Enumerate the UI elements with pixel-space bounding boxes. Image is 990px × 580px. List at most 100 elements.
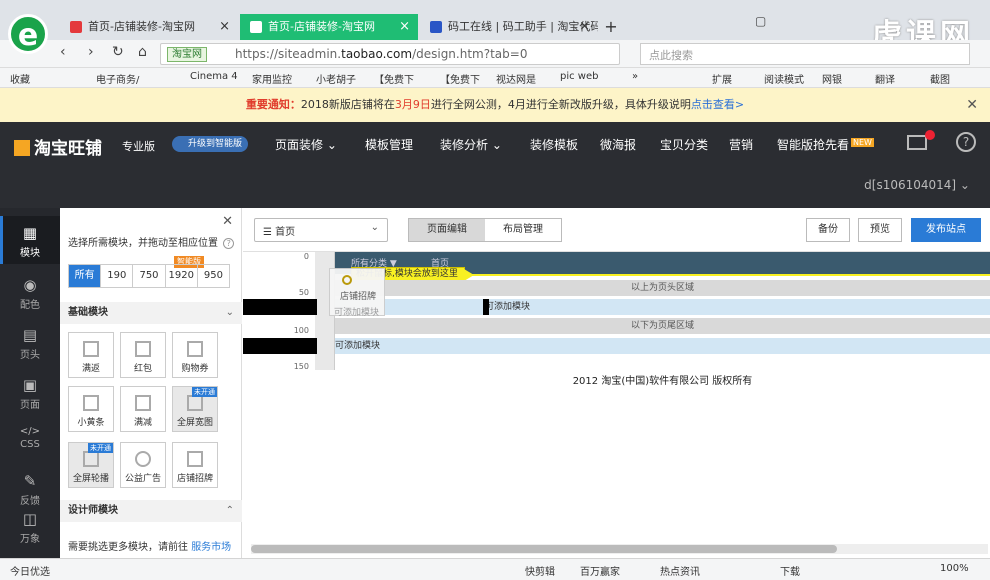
module-charity-ad[interactable]: 公益广告	[120, 442, 166, 488]
scroll-thumb[interactable]	[251, 545, 837, 553]
publish-button[interactable]: 发布站点	[911, 218, 981, 242]
status-download[interactable]: 下载	[780, 563, 800, 578]
bookmark-item[interactable]: 视达网是	[496, 71, 536, 86]
black-block	[243, 299, 317, 315]
status-today-picks[interactable]: 今日优选	[10, 563, 50, 578]
sidebar-item-colors[interactable]: ◉ 配色	[0, 272, 60, 311]
module-coupon[interactable]: 购物券	[172, 332, 218, 378]
nav-item-category[interactable]: 宝贝分类	[660, 136, 708, 153]
bookmark-item[interactable]: 【免费下	[440, 71, 480, 86]
extensions-button[interactable]: 扩展	[712, 71, 732, 86]
not-activated-tag: 未开通	[192, 387, 217, 397]
chevron-down-icon: ⌄	[225, 307, 234, 318]
sidebar-item-wanxiang[interactable]: ◫ 万象	[0, 506, 60, 545]
bookmark-item[interactable]: 小老胡子	[316, 71, 356, 86]
bookmark-item[interactable]: pic web	[560, 71, 598, 82]
tab-close-icon[interactable]: ×	[399, 14, 410, 40]
width-tab-1920[interactable]: 1920	[166, 265, 198, 287]
panel-tip: 选择所需模块，并拖动至相应位置 ?	[68, 234, 235, 249]
page-select[interactable]: ☰ 首页 ⌄	[254, 218, 388, 242]
browser-status-bar: 今日优选 快剪辑 百万赢家 热点资讯 下载 100%	[0, 558, 990, 580]
tab-layout-manage[interactable]: 布局管理	[485, 219, 561, 241]
sidebar-item-css[interactable]: </> CSS	[0, 422, 60, 450]
width-tab-950[interactable]: 950	[198, 265, 229, 287]
bookmark-item[interactable]: 家用监控	[252, 71, 292, 86]
reload-icon[interactable]: ↻	[112, 44, 124, 60]
module-grid-icon	[83, 395, 99, 411]
module-grid-icon	[135, 395, 151, 411]
width-tab-750[interactable]: 750	[133, 265, 166, 287]
mail-icon[interactable]	[907, 135, 927, 150]
wanxiang-icon: ◫	[22, 510, 38, 528]
status-million-winner[interactable]: 百万赢家	[580, 563, 620, 578]
module-fullscreen-carousel[interactable]: 未开通 全屏轮播	[68, 442, 114, 488]
module-manfan[interactable]: 满返	[68, 332, 114, 378]
preview-button[interactable]: 预览	[858, 218, 902, 242]
url-field[interactable]: 淘宝网 https://siteadmin.taobao.com/design.…	[160, 43, 620, 65]
feedback-icon: ✎	[23, 472, 37, 490]
module-shop-sign[interactable]: 店铺招牌	[172, 442, 218, 488]
horizontal-scrollbar[interactable]	[251, 544, 988, 554]
module-xiaohuangtiao[interactable]: 小黄条	[68, 386, 114, 432]
add-module-zone[interactable]: 可添加模块	[335, 338, 990, 354]
help-icon[interactable]: ?	[956, 132, 976, 152]
forward-icon[interactable]: ›	[88, 44, 94, 60]
help-icon[interactable]: ?	[223, 238, 235, 249]
nav-page-decoration[interactable]: 页面装修 ⌄	[275, 136, 337, 153]
bookmark-item[interactable]: Cinema 4	[190, 71, 238, 82]
tab-favicon-icon	[70, 21, 82, 33]
tab-close-icon[interactable]: ×	[579, 14, 590, 40]
status-zoom[interactable]: 100%	[940, 563, 969, 574]
close-icon[interactable]: ✕	[222, 214, 233, 229]
tab-close-icon[interactable]: ×	[219, 14, 230, 40]
notice-link[interactable]: 点击查看>	[691, 98, 744, 111]
nav-marketing[interactable]: 营销	[729, 136, 753, 153]
browser-tab-2[interactable]: 首页-店铺装修-淘宝网 ×	[240, 14, 418, 40]
bookmark-item[interactable]: 电子商务/	[96, 71, 139, 86]
home-icon[interactable]: ⌂	[138, 44, 147, 60]
chevron-up-icon: ⌃	[225, 505, 234, 516]
nav-template-manage[interactable]: 模板管理	[365, 136, 413, 153]
reading-mode-button[interactable]: 阅读模式	[764, 71, 804, 86]
sidebar-item-page[interactable]: ▣ 页面	[0, 372, 60, 411]
status-hot-news[interactable]: 热点资讯	[660, 563, 700, 578]
ebank-button[interactable]: 网银	[822, 71, 842, 86]
sidebar-item-feedback[interactable]: ✎ 反馈	[0, 468, 60, 507]
close-icon[interactable]: ✕	[966, 88, 978, 122]
sidebar-item-modules[interactable]: ▦ 模块	[0, 216, 60, 264]
more-bookmarks[interactable]: »	[632, 71, 638, 82]
back-icon[interactable]: ‹	[60, 44, 66, 60]
designer-modules-header[interactable]: 设计师模块 ⌃	[60, 500, 242, 522]
user-account[interactable]: d[s106104014] ⌄	[864, 178, 970, 192]
search-input[interactable]: 点此搜索	[640, 43, 970, 65]
nav-smart-preview[interactable]: 智能版抢先看 NEW	[777, 136, 874, 153]
backup-button[interactable]: 备份	[806, 218, 850, 242]
module-fullscreen-image[interactable]: 未开通 全屏宽图	[172, 386, 218, 432]
notice-bar: 重要通知：2018新版店铺将在3月9日进行全网公测，4月进行全新改版升级，具体升…	[0, 88, 990, 122]
nav-micro-poster[interactable]: 微海报	[600, 136, 636, 153]
browser-tab-1[interactable]: 首页-店铺装修-淘宝网 ×	[60, 14, 238, 40]
dragged-module[interactable]: 店铺招牌 可添加模块	[329, 268, 385, 318]
sidebar-item-header[interactable]: ▤ 页头	[0, 322, 60, 361]
screenshot-button[interactable]: 截图	[930, 71, 950, 86]
module-manjian[interactable]: 满减	[120, 386, 166, 432]
restore-icon[interactable]: ▢	[755, 14, 766, 28]
translate-button[interactable]: 翻译	[875, 71, 895, 86]
width-tab-190[interactable]: 190	[101, 265, 134, 287]
upgrade-button[interactable]: 升级到智能版	[172, 136, 249, 152]
new-tab-button[interactable]: +	[598, 14, 624, 40]
ruler-label: 50	[298, 288, 309, 297]
bookmark-item[interactable]: 【免费下	[374, 71, 414, 86]
basic-modules-header[interactable]: 基础模块 ⌄	[60, 302, 242, 324]
status-quick-edit[interactable]: 快剪辑	[525, 563, 555, 578]
module-grid-icon	[187, 341, 203, 357]
browser-tab-3[interactable]: 码工在线 | 码工助手 | 淘宝代码 ×	[420, 14, 598, 40]
width-tab-all[interactable]: 所有	[69, 265, 102, 287]
nav-decoration-analysis[interactable]: 装修分析 ⌄	[440, 136, 502, 153]
add-module-zone[interactable]: 可添加模块	[335, 299, 990, 315]
nav-decoration-template[interactable]: 装修模板	[530, 136, 578, 153]
service-market-link[interactable]: 服务市场	[191, 542, 231, 553]
module-hongbao[interactable]: 红包	[120, 332, 166, 378]
tab-page-edit[interactable]: 页面编辑	[409, 219, 485, 241]
bookmark-item[interactable]: 收藏	[10, 71, 30, 86]
